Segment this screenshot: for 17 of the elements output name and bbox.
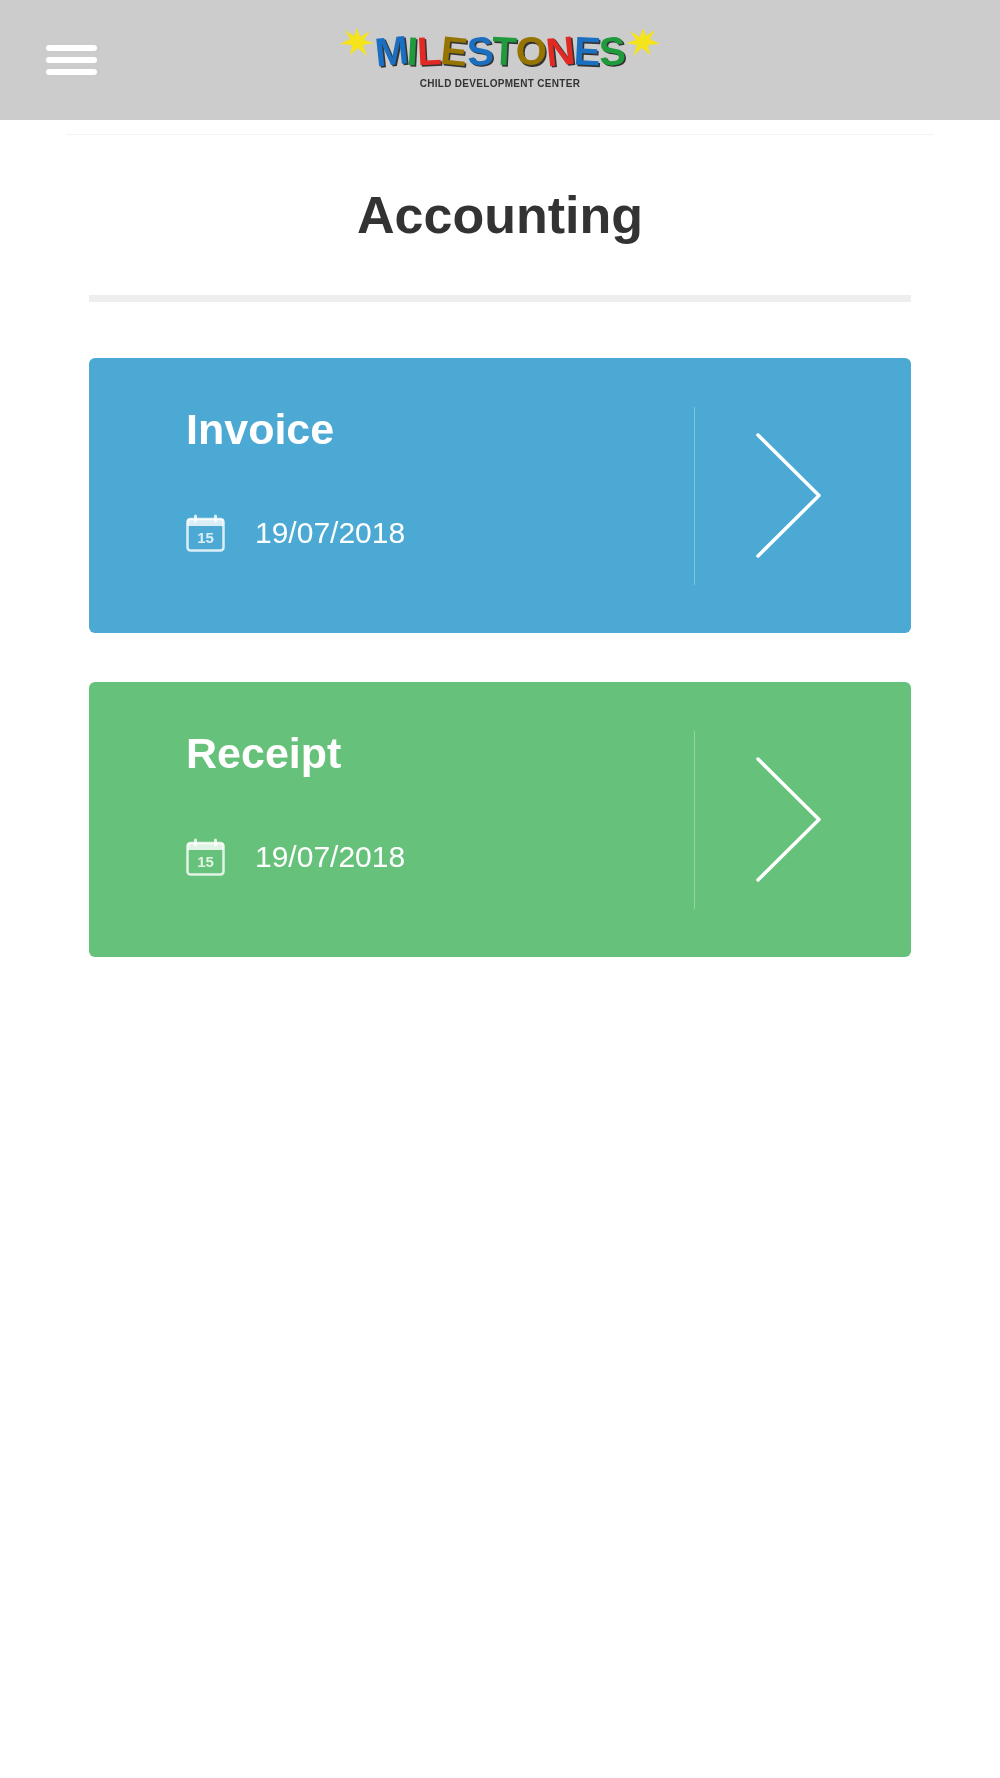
- chevron-right-icon: [756, 433, 822, 558]
- star-icon: [626, 28, 661, 56]
- logo-tagline: CHILD DEVELOPMENT CENTER: [419, 78, 581, 90]
- page-title: Accounting: [357, 185, 643, 246]
- menu-button[interactable]: [46, 45, 97, 75]
- card-title: Receipt: [186, 728, 342, 779]
- menu-icon: [46, 45, 97, 75]
- logo-wordmark: MILESTONES: [374, 28, 626, 74]
- chevron-right-icon: [756, 757, 822, 882]
- card-title: Invoice: [186, 404, 335, 455]
- nav-card[interactable]: Receipt 15 19/07/2018: [89, 682, 911, 957]
- card-date: 19/07/2018: [255, 515, 406, 551]
- nav-card[interactable]: Invoice 15 19/07/2018: [89, 358, 911, 633]
- calendar-icon: 15: [186, 838, 225, 876]
- star-icon: [339, 28, 374, 56]
- calendar-icon: 15: [186, 514, 225, 552]
- card-date: 19/07/2018: [255, 839, 406, 875]
